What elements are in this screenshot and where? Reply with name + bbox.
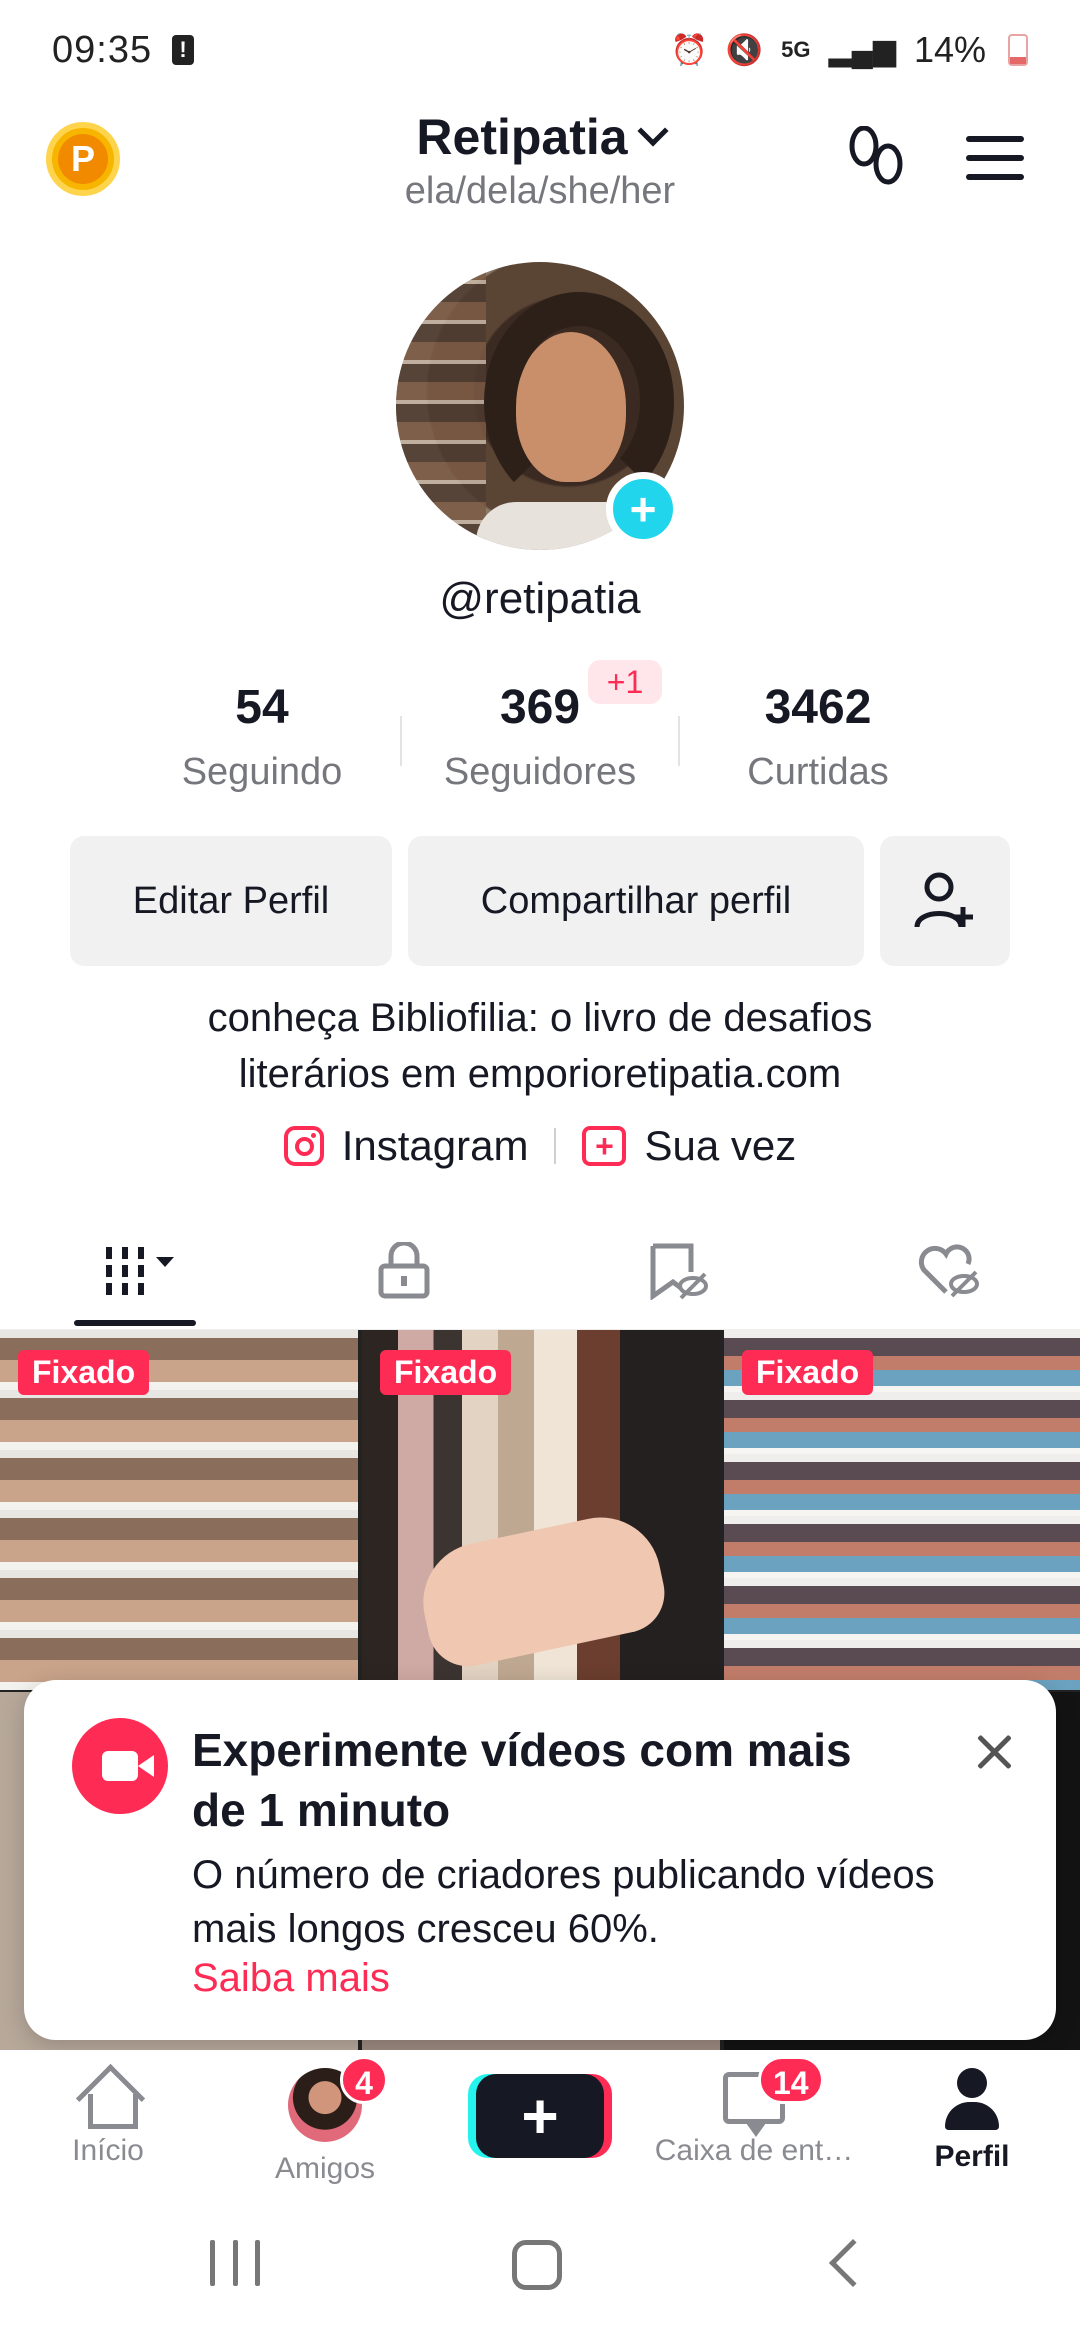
add-user-icon bbox=[914, 872, 973, 928]
battery-icon bbox=[1008, 34, 1028, 66]
followers-label: Seguidores bbox=[443, 751, 637, 793]
instagram-icon bbox=[283, 1126, 324, 1166]
nav-friends-label: Amigos bbox=[274, 2152, 376, 2185]
popup-body: O número de criadores publicando vídeos … bbox=[192, 1853, 935, 1951]
tab-videos[interactable] bbox=[70, 1236, 210, 1306]
caret-down-icon bbox=[156, 1257, 174, 1267]
system-nav-bar bbox=[0, 2200, 1080, 2340]
following-label: Seguindo bbox=[181, 751, 343, 793]
status-icons: ⏰ 🔇 5G ▂▄▆ 14% bbox=[670, 29, 1028, 71]
profile-header: P Retipatia ela/dela/she/her bbox=[0, 100, 1080, 230]
video-thumbnail[interactable]: Fixado bbox=[0, 1330, 358, 1690]
heart-hidden-icon bbox=[918, 1244, 979, 1298]
profile-links: Instagram + Sua vez bbox=[0, 1122, 1080, 1170]
close-icon[interactable] bbox=[972, 1730, 1016, 1774]
bottom-nav: Início 4 Amigos + 14 Caixa de ent… Perfi… bbox=[0, 2050, 1080, 2200]
bio: conheça Bibliofilia: o livro de desafios… bbox=[0, 990, 1080, 1102]
your-turn-link[interactable]: + Sua vez bbox=[582, 1122, 796, 1170]
pinned-badge: Fixado bbox=[380, 1350, 512, 1395]
add-photo-button[interactable]: + bbox=[606, 472, 680, 546]
link-divider bbox=[554, 1128, 557, 1164]
video-thumbnail[interactable]: Fixado bbox=[724, 1330, 1080, 1690]
stat-divider bbox=[678, 716, 680, 766]
active-tab-indicator bbox=[74, 1320, 196, 1326]
grid-icon bbox=[106, 1247, 144, 1295]
bio-line[interactable]: literários em emporioretipatia.com bbox=[0, 1046, 1080, 1102]
tab-liked[interactable] bbox=[878, 1236, 1018, 1306]
popup-title: Experimente vídeos com mais de 1 minuto bbox=[192, 1724, 852, 1836]
account-switcher[interactable]: Retipatia bbox=[416, 108, 669, 166]
signal-icon: ▂▄▆ bbox=[828, 33, 896, 67]
pronouns: ela/dela/she/her bbox=[404, 170, 676, 212]
nav-profile-label: Perfil bbox=[934, 2140, 1010, 2173]
alarm-icon: ⏰ bbox=[670, 33, 708, 67]
avatar-wrap: + bbox=[396, 262, 684, 550]
profile-tabs bbox=[0, 1220, 1080, 1330]
mute-icon: 🔇 bbox=[725, 33, 764, 67]
battery-text: 14% bbox=[913, 29, 986, 70]
nav-inbox-label: Caixa de ent… bbox=[654, 2134, 854, 2167]
home-icon bbox=[76, 2068, 140, 2129]
stats-row: 54 Seguindo +1 369 Seguidores 3462 Curti… bbox=[0, 660, 1080, 800]
pinned-badge: Fixado bbox=[18, 1350, 150, 1395]
network-icon: 5G bbox=[781, 37, 811, 62]
learn-more-link[interactable]: Saiba mais bbox=[192, 1956, 390, 2001]
likes-count: 3462 bbox=[764, 681, 872, 734]
instagram-link[interactable]: Instagram bbox=[283, 1122, 529, 1170]
recent-apps-icon[interactable] bbox=[210, 2240, 260, 2290]
chevron-down-icon bbox=[637, 115, 669, 147]
stat-followers[interactable]: 369 Seguidores bbox=[410, 680, 670, 794]
add-square-icon: + bbox=[582, 1126, 627, 1166]
nav-profile[interactable]: Perfil bbox=[872, 2068, 1072, 2174]
inbox-badge: 14 bbox=[758, 2056, 824, 2104]
video-camera-icon bbox=[72, 1718, 168, 1814]
lock-icon bbox=[378, 1242, 430, 1299]
nav-home-label: Início bbox=[72, 2134, 144, 2167]
friends-badge: 4 bbox=[340, 2056, 388, 2104]
edit-profile-button[interactable]: Editar Perfil bbox=[70, 836, 392, 966]
instagram-label: Instagram bbox=[341, 1122, 529, 1169]
stat-likes[interactable]: 3462 Curtidas bbox=[688, 680, 948, 794]
bookmark-hidden-icon bbox=[650, 1243, 708, 1300]
following-count: 54 bbox=[235, 681, 289, 734]
profile-icon bbox=[941, 2068, 1003, 2130]
footprints-icon[interactable] bbox=[846, 126, 906, 192]
status-time: 09:35 bbox=[52, 28, 153, 71]
followers-count: 369 bbox=[499, 681, 581, 734]
likes-label: Curtidas bbox=[747, 751, 889, 793]
back-icon[interactable] bbox=[828, 2238, 878, 2288]
nav-inbox[interactable]: 14 Caixa de ent… bbox=[654, 2056, 854, 2168]
stat-divider bbox=[400, 716, 402, 766]
tab-saved[interactable] bbox=[608, 1236, 748, 1306]
stat-following[interactable]: 54 Seguindo bbox=[132, 680, 392, 794]
username-handle: @retipatia bbox=[439, 574, 641, 623]
bio-line: conheça Bibliofilia: o livro de desafios bbox=[207, 996, 873, 1040]
pinned-badge: Fixado bbox=[742, 1350, 874, 1395]
add-friend-button[interactable] bbox=[880, 836, 1010, 966]
alert-icon: ! bbox=[172, 35, 195, 65]
share-profile-button[interactable]: Compartilhar perfil bbox=[408, 836, 864, 966]
nav-home[interactable]: Início bbox=[8, 2068, 208, 2168]
video-thumbnail[interactable]: Fixado bbox=[362, 1330, 720, 1690]
create-button[interactable]: + bbox=[476, 2074, 604, 2158]
nav-friends[interactable]: 4 Amigos bbox=[225, 2056, 425, 2186]
longer-videos-popup: Experimente vídeos com mais de 1 minuto … bbox=[24, 1680, 1056, 2040]
status-bar: 09:35 ! ⏰ 🔇 5G ▂▄▆ 14% bbox=[0, 0, 1080, 100]
your-turn-label: Sua vez bbox=[644, 1122, 797, 1169]
title-wrap: Retipatia ela/dela/she/her bbox=[0, 108, 1080, 213]
profile-name: Retipatia bbox=[416, 109, 628, 165]
tab-private[interactable] bbox=[334, 1236, 474, 1306]
home-button-icon[interactable] bbox=[512, 2240, 562, 2290]
menu-icon[interactable] bbox=[966, 136, 1024, 180]
